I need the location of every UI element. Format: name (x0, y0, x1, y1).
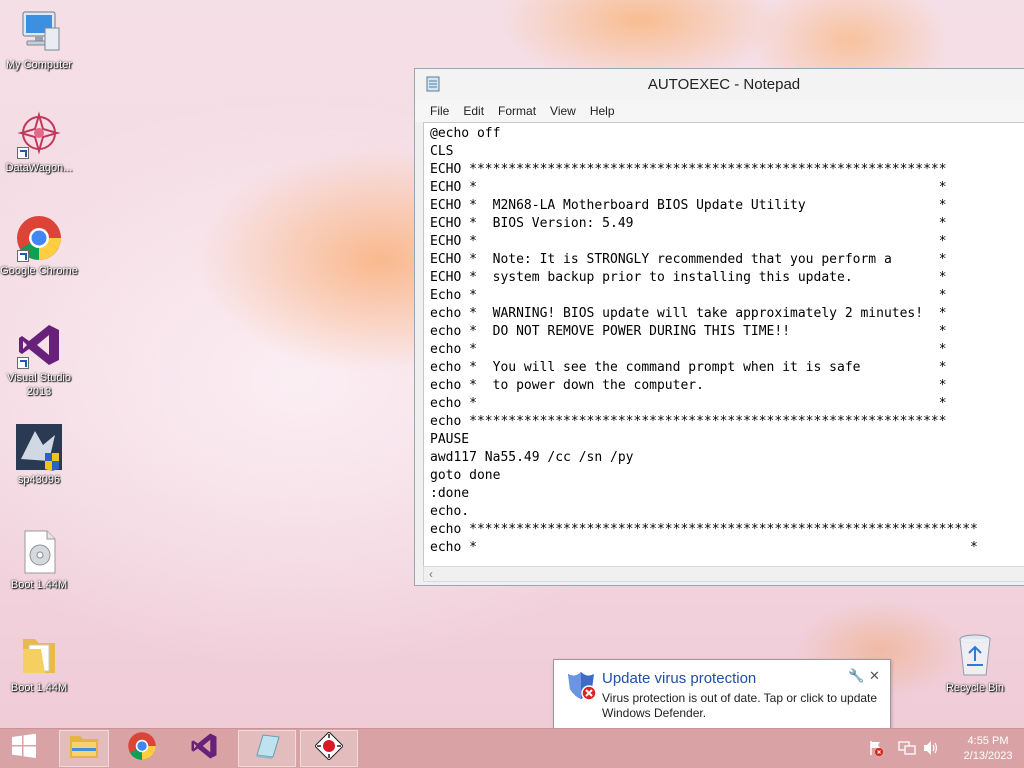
window-title: AUTOEXEC - Notepad (647, 76, 801, 93)
desktop-icon-label: DataWagon... (5, 162, 73, 174)
menu-help[interactable]: Help (583, 104, 622, 118)
shield-error-icon (565, 669, 597, 706)
text-line: echo * * (430, 396, 947, 411)
text-editor-area[interactable]: @echo off CLS ECHO ***********************… (423, 122, 1024, 567)
desktop-icon-my-computer[interactable]: My Computer (0, 8, 79, 72)
volume-icon[interactable] (922, 740, 940, 761)
visual-studio-icon (189, 731, 219, 766)
shortcut-arrow-icon (17, 250, 29, 262)
shortcut-arrow-icon (17, 357, 29, 369)
defender-notification[interactable]: Update virus protection Virus protection… (553, 659, 891, 738)
desktop-icon-google-chrome[interactable]: Google Chrome (0, 214, 79, 278)
scroll-left-icon[interactable]: ‹ (429, 567, 433, 581)
system-clock[interactable]: 4:55 PM 2/13/2023 (958, 734, 1018, 764)
desktop-icon-label: Google Chrome (0, 265, 78, 277)
folder-icon (15, 631, 63, 679)
notification-title: Update virus protection (602, 670, 757, 687)
desktop-icon-label: Recycle Bin (945, 682, 1005, 694)
desktop-icon-label: Visual Studio 2013 (6, 372, 71, 398)
text-line: goto done (430, 468, 501, 483)
text-line: echo. (430, 504, 470, 519)
text-line: Echo * * (430, 288, 947, 303)
text-line: echo * WARNING! BIOS update will take ap… (430, 306, 947, 321)
desktop-icon-label: Boot 1.44M (10, 579, 68, 591)
clock-time: 4:55 PM (967, 735, 1009, 747)
desktop-icon-label: sp43096 (17, 474, 61, 486)
close-icon[interactable]: ✕ (869, 668, 880, 684)
installer-icon (15, 423, 63, 471)
text-line: ECHO * system backup prior to installing… (430, 270, 947, 285)
notepad-icon (253, 733, 281, 764)
text-line: echo * DO NOT REMOVE POWER DURING THIS T… (430, 324, 947, 339)
desktop-icon-boot-image[interactable]: Boot 1.44M (0, 528, 79, 592)
chip-icon (314, 731, 344, 765)
windows-logo-icon (11, 733, 37, 764)
file-explorer-icon (68, 732, 100, 765)
text-line: ECHO ***********************************… (430, 162, 947, 177)
text-content: @echo off CLS ECHO ***********************… (424, 123, 1024, 557)
menu-edit[interactable]: Edit (456, 104, 491, 118)
text-line: echo ***********************************… (430, 522, 978, 537)
taskbar-visual-studio[interactable] (180, 730, 228, 767)
desktop-icon-boot-folder[interactable]: Boot 1.44M (0, 631, 79, 695)
taskbar-chrome[interactable] (118, 730, 166, 767)
horizontal-scrollbar[interactable]: ‹ (423, 566, 1024, 582)
text-line: ECHO * * (430, 234, 947, 249)
text-line: PAUSE (430, 432, 470, 447)
datawagon-icon (15, 111, 63, 159)
defender-warning-flag-icon[interactable] (868, 740, 884, 761)
shortcut-arrow-icon (17, 147, 29, 159)
text-line: ECHO * Note: It is STRONGLY recommended … (430, 252, 947, 267)
text-line: echo ***********************************… (430, 414, 947, 429)
text-line: ECHO * * (430, 180, 947, 195)
menu-format[interactable]: Format (491, 104, 543, 118)
text-line: awd117 Na55.49 /cc /sn /py (430, 450, 634, 465)
notification-body: Virus protection is out of date. Tap or … (602, 691, 878, 720)
text-line: echo * to power down the computer. * (430, 378, 947, 393)
notepad-window[interactable]: AUTOEXEC - Notepad File Edit Format View… (414, 68, 1024, 586)
desktop-icon-sp43096[interactable]: sp43096 (0, 423, 79, 487)
desktop-icon-label: My Computer (5, 59, 73, 71)
desktop-icon-datawagon[interactable]: DataWagon... (0, 111, 79, 175)
disc-image-file-icon (15, 528, 63, 576)
menu-view[interactable]: View (543, 104, 583, 118)
chrome-icon (15, 214, 63, 262)
network-icon[interactable] (898, 740, 916, 761)
text-line: echo * You will see the command prompt w… (430, 360, 947, 375)
desktop-icon-recycle-bin[interactable]: Recycle Bin (935, 631, 1015, 695)
text-line: echo * * (430, 540, 978, 555)
menu-file[interactable]: File (423, 104, 456, 118)
text-line: CLS (430, 144, 454, 159)
taskbar-file-explorer[interactable] (59, 730, 109, 767)
taskbar: 4:55 PM 2/13/2023 (0, 728, 1024, 768)
text-line: ECHO * BIOS Version: 5.49 * (430, 216, 947, 231)
notepad-icon (425, 76, 441, 97)
text-line: ECHO * M2N68-LA Motherboard BIOS Update … (430, 198, 947, 213)
desktop-icon-label: Boot 1.44M (10, 682, 68, 694)
taskbar-notepad[interactable] (238, 730, 296, 767)
clock-date: 2/13/2023 (963, 750, 1013, 762)
taskbar-bios-utility[interactable] (300, 730, 358, 767)
chrome-icon (127, 731, 157, 766)
settings-wrench-icon[interactable]: 🔧 (848, 668, 864, 684)
menu-bar: File Edit Format View Help (415, 100, 1024, 122)
computer-icon (15, 8, 63, 56)
notepad-titlebar[interactable]: AUTOEXEC - Notepad (415, 69, 1024, 100)
text-line: @echo off (430, 126, 501, 141)
start-button[interactable] (0, 730, 48, 767)
visual-studio-icon (15, 321, 63, 369)
recycle-bin-icon (951, 631, 999, 679)
desktop-icon-visual-studio[interactable]: Visual Studio 2013 (0, 321, 79, 399)
text-line: :done (430, 486, 470, 501)
text-line: echo * * (430, 342, 947, 357)
